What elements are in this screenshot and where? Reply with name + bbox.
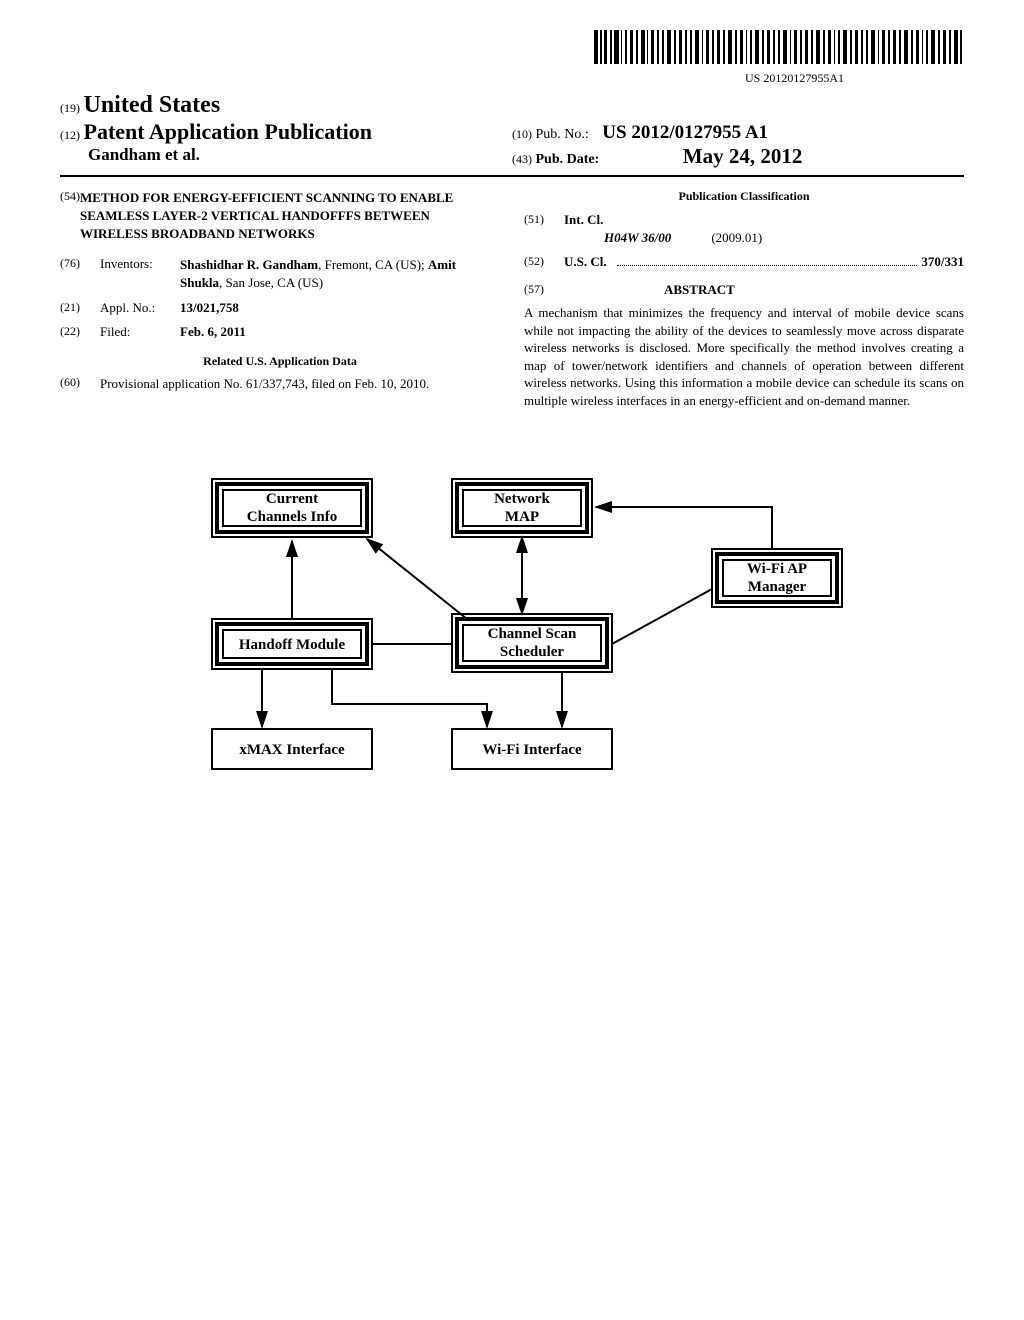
appl-value: 13/021,758 xyxy=(180,300,239,315)
inventors-value: Shashidhar R. Gandham, Fremont, CA (US);… xyxy=(180,256,500,292)
box-channel-scan-scheduler: Channel Scan Scheduler xyxy=(452,614,612,672)
appl-code: (21) xyxy=(60,300,100,316)
box-current-channels: Current Channels Info xyxy=(212,479,372,537)
pub-no-code: (10) xyxy=(512,127,532,141)
box-label: Channel Scan xyxy=(488,626,577,642)
pub-type: Patent Application Publication xyxy=(84,119,372,144)
abstract-code: (57) xyxy=(524,282,564,298)
intcl-date: (2009.01) xyxy=(711,230,762,246)
inventor-loc-1: , Fremont, CA (US); xyxy=(318,257,428,272)
box-wifi-interface: Wi-Fi Interface xyxy=(452,729,612,769)
box-label: xMAX Interface xyxy=(239,742,345,758)
box-label: Scheduler xyxy=(500,644,565,660)
pub-no-label: Pub. No.: xyxy=(536,127,589,142)
uscl-value: 370/331 xyxy=(921,254,964,270)
line-icon xyxy=(612,589,712,644)
barcode-icon xyxy=(594,30,964,64)
barcode-area xyxy=(60,30,964,69)
intcl-value: H04W 36/00 xyxy=(604,230,671,246)
header: (19) United States (12) Patent Applicati… xyxy=(60,92,964,169)
prov-text: Provisional application No. 61/337,743, … xyxy=(100,375,500,393)
pub-class-title: Publication Classification xyxy=(524,189,964,204)
uscl-label: U.S. Cl. xyxy=(564,254,607,270)
box-label: Wi-Fi Interface xyxy=(482,742,582,758)
inventors-code: (76) xyxy=(60,256,100,292)
inventor-name-1: Shashidhar R. Gandham xyxy=(180,257,318,272)
box-label: Handoff Module xyxy=(239,637,346,653)
abstract-text: A mechanism that minimizes the frequency… xyxy=(524,304,964,409)
inventors-label: Inventors: xyxy=(100,256,180,292)
box-label: Network xyxy=(494,491,550,507)
pub-date-label: Pub. Date: xyxy=(536,152,600,167)
authors-line: Gandham et al. xyxy=(88,145,512,165)
left-column: (54) METHOD FOR ENERGY-EFFICIENT SCANNIN… xyxy=(60,189,500,409)
filed-label: Filed: xyxy=(100,324,180,340)
right-column: Publication Classification (51) Int. Cl.… xyxy=(524,189,964,409)
pub-date-code: (43) xyxy=(512,152,532,166)
filed-value: Feb. 6, 2011 xyxy=(180,324,246,339)
intcl-code: (51) xyxy=(524,212,564,228)
country-code: (19) xyxy=(60,101,80,115)
filed-code: (22) xyxy=(60,324,100,340)
box-handoff-module: Handoff Module xyxy=(212,619,372,669)
box-label: Channels Info xyxy=(247,509,337,525)
prov-code: (60) xyxy=(60,375,100,393)
box-wifi-ap-manager: Wi-Fi AP Manager xyxy=(712,549,842,607)
pub-date: May 24, 2012 xyxy=(683,144,803,168)
divider xyxy=(60,175,964,177)
diagram-svg: Current Channels Info Network MAP Wi-Fi … xyxy=(152,469,872,789)
box-label: Wi-Fi AP xyxy=(747,561,807,577)
appl-label: Appl. No.: xyxy=(100,300,180,316)
country: United States xyxy=(84,92,221,118)
barcode-text: US 20120127955A1 xyxy=(60,71,844,86)
intcl-label: Int. Cl. xyxy=(564,212,603,227)
box-label: MAP xyxy=(505,509,539,525)
box-label: Current xyxy=(266,491,318,507)
box-label: Manager xyxy=(748,579,807,595)
related-data-title: Related U.S. Application Data xyxy=(60,354,500,369)
arrow-icon xyxy=(596,507,772,549)
box-network-map: Network MAP xyxy=(452,479,592,537)
diagram: Current Channels Info Network MAP Wi-Fi … xyxy=(60,469,964,789)
arrow-icon xyxy=(332,669,487,727)
arrow-icon xyxy=(367,539,467,619)
uscl-code: (52) xyxy=(524,254,564,270)
body-columns: (54) METHOD FOR ENERGY-EFFICIENT SCANNIN… xyxy=(60,189,964,409)
pub-no: US 2012/0127955 A1 xyxy=(602,122,768,143)
patent-title: METHOD FOR ENERGY-EFFICIENT SCANNING TO … xyxy=(80,189,500,244)
box-xmax-interface: xMAX Interface xyxy=(212,729,372,769)
uscl-dots xyxy=(617,250,918,266)
title-code: (54) xyxy=(60,189,80,244)
pub-type-code: (12) xyxy=(60,128,80,142)
inventor-loc-2: , San Jose, CA (US) xyxy=(219,275,323,290)
abstract-label: ABSTRACT xyxy=(664,282,735,298)
